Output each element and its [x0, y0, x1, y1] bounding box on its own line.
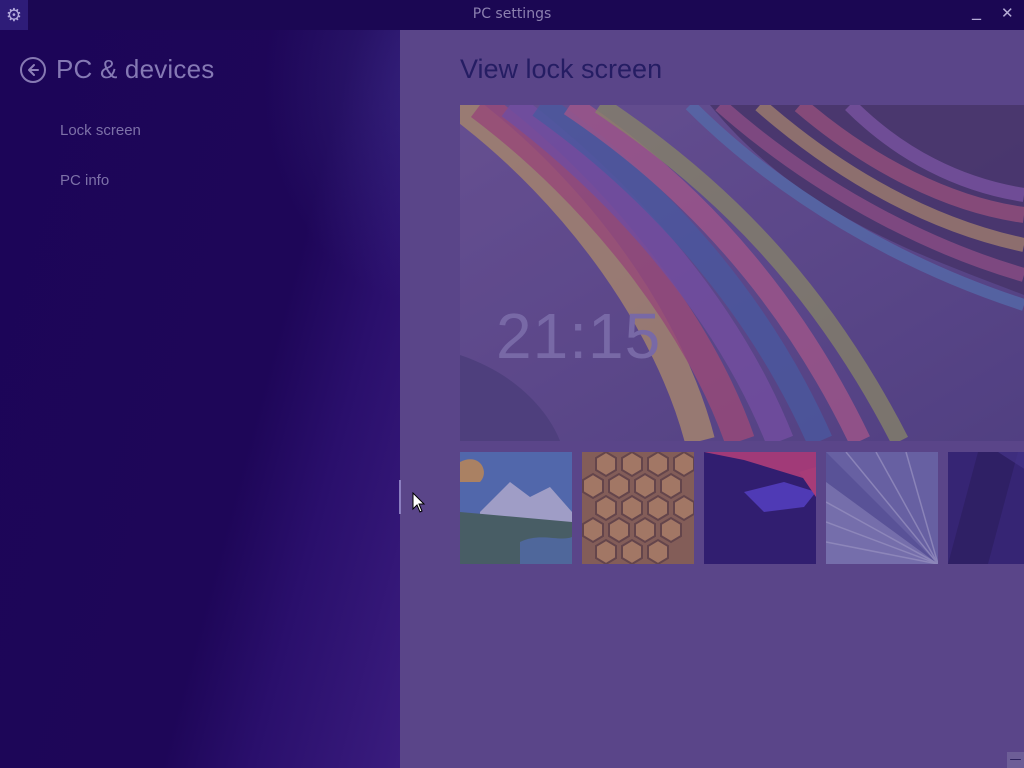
mouse-cursor-icon [412, 492, 426, 513]
tunnel-thumbnail[interactable] [826, 452, 938, 564]
title-bar: ⚙ PC settings _ ✕ [0, 0, 1024, 30]
page-title: View lock screen [460, 54, 663, 84]
close-icon[interactable]: ✕ [1001, 4, 1014, 22]
content-pane: View lock screen 21:15 [400, 30, 1024, 768]
background-thumbnails [460, 452, 1024, 564]
section-header: PC & devices [20, 54, 214, 85]
back-arrow-icon[interactable] [20, 56, 46, 83]
scrollbar-minimize-icon[interactable]: — [1007, 752, 1024, 768]
lock-screen-preview: 21:15 [460, 105, 1024, 441]
mountain-lake-thumbnail[interactable] [460, 452, 572, 564]
navigation-pane: PC & devices Lock screen PC info [0, 30, 460, 768]
window-title: PC settings [472, 6, 552, 22]
preview-overlay [460, 105, 1024, 441]
minimize-icon[interactable]: _ [972, 0, 981, 21]
purple-shapes-thumbnail[interactable] [704, 452, 816, 564]
dark-thumbnail[interactable] [948, 452, 1024, 564]
honeycomb-thumbnail[interactable] [582, 452, 694, 564]
lock-screen-clock: 21:15 [496, 300, 662, 372]
sidebar-item-lock-screen[interactable]: Lock screen [60, 122, 141, 139]
section-title: PC & devices [56, 54, 215, 84]
sidebar-item-pc-info[interactable]: PC info [60, 172, 109, 189]
pane-splitter[interactable] [399, 480, 401, 514]
